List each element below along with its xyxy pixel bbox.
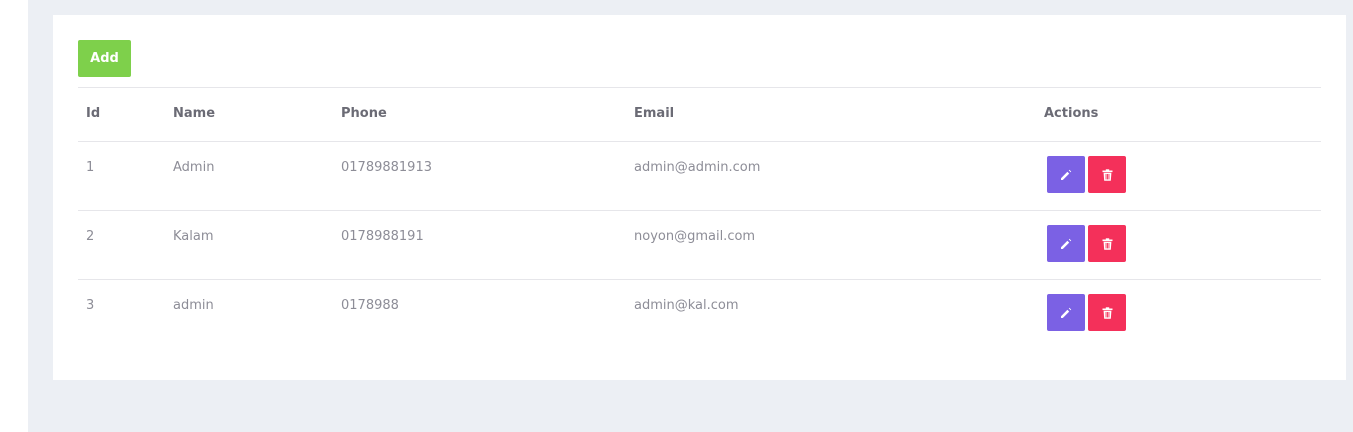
edit-button[interactable] [1047, 225, 1085, 262]
table-row: 3 admin 0178988 admin@kal.com [78, 279, 1321, 348]
header-email: Email [634, 106, 675, 121]
cell-name: Admin [173, 160, 215, 175]
cell-id: 2 [86, 229, 95, 244]
pencil-icon [1061, 307, 1072, 318]
edit-button[interactable] [1047, 294, 1085, 331]
row-actions [1047, 225, 1126, 262]
table-header-row: Id Name Phone Email Actions [78, 87, 1321, 141]
cell-email: noyon@gmail.com [634, 229, 756, 244]
edit-button[interactable] [1047, 156, 1085, 193]
cell-name: Kalam [173, 229, 214, 244]
header-id: Id [86, 106, 101, 121]
delete-button[interactable] [1088, 225, 1126, 262]
cell-phone: 0178988 [341, 298, 399, 313]
trash-icon [1102, 237, 1112, 250]
users-card: Add Id Name Phone Email Actions 1 Admin … [53, 15, 1346, 380]
delete-button[interactable] [1088, 294, 1126, 331]
cell-phone: 01789881913 [341, 160, 432, 175]
add-button[interactable]: Add [78, 40, 131, 77]
content-area: Add Id Name Phone Email Actions 1 Admin … [28, 0, 1353, 432]
table-row: 2 Kalam 0178988191 noyon@gmail.com [78, 210, 1321, 279]
cell-phone: 0178988191 [341, 229, 424, 244]
left-strip [0, 0, 28, 432]
header-actions: Actions [1044, 106, 1099, 121]
users-table: Id Name Phone Email Actions 1 Admin 0178… [78, 87, 1321, 348]
header-phone: Phone [341, 106, 387, 121]
cell-id: 3 [86, 298, 95, 313]
row-actions [1047, 294, 1126, 331]
pencil-icon [1061, 238, 1072, 249]
header-name: Name [173, 106, 216, 121]
row-actions [1047, 156, 1126, 193]
trash-icon [1102, 306, 1112, 319]
trash-icon [1102, 168, 1112, 181]
pencil-icon [1061, 169, 1072, 180]
cell-name: admin [173, 298, 214, 313]
cell-email: admin@kal.com [634, 298, 739, 313]
cell-id: 1 [86, 160, 95, 175]
table-row: 1 Admin 01789881913 admin@admin.com [78, 141, 1321, 210]
cell-email: admin@admin.com [634, 160, 761, 175]
delete-button[interactable] [1088, 156, 1126, 193]
